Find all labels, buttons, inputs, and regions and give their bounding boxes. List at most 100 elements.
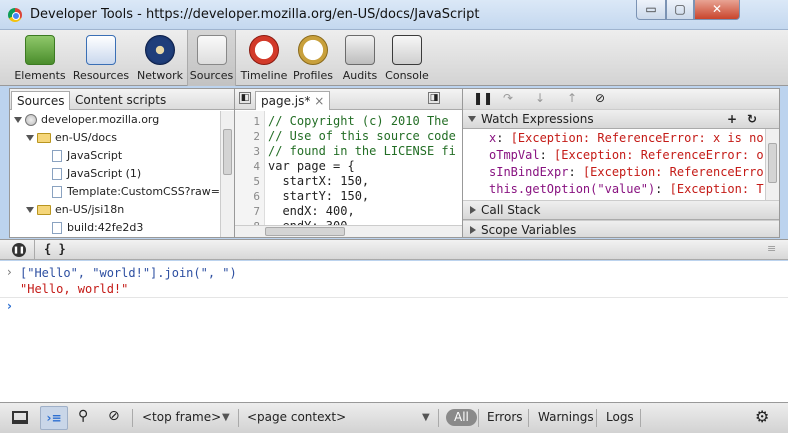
chrome-logo-icon [8, 8, 22, 22]
clear-console-icon[interactable]: ⊘ [108, 408, 120, 424]
console-output-line[interactable]: "Hello, world!" [20, 282, 128, 296]
step-out-icon[interactable]: ↑ [567, 91, 577, 105]
console-prompt-input[interactable] [20, 299, 778, 317]
line-gutter: 1 2 3 4 5 6 7 8 [235, 111, 265, 233]
code-line[interactable]: // Use of this source code [268, 129, 456, 143]
filter-all-button[interactable]: All [446, 409, 477, 426]
settings-gear-icon[interactable]: ⚙ [755, 407, 769, 426]
scrollbar-thumb[interactable] [223, 129, 232, 175]
close-button[interactable]: ✕ [694, 0, 740, 20]
step-over-icon[interactable]: ↷ [503, 91, 513, 105]
watch-expressions-title: Watch Expressions [481, 112, 594, 126]
console-input-line[interactable]: ["Hello", "world!"].join(", ") [20, 266, 237, 280]
navigator-scrollbar[interactable] [220, 111, 234, 237]
watch-expressions-header[interactable]: Watch Expressions + ↻ [463, 109, 779, 129]
input-chevron-icon: › [7, 265, 12, 279]
scope-variables-header[interactable]: Scope Variables [463, 220, 779, 237]
tab-network[interactable]: Network [134, 30, 186, 86]
tree-item-label: en-US/jsi18n [55, 203, 125, 216]
pause-on-exceptions-icon[interactable]: ❚❚ [12, 243, 26, 257]
watch-expression-row[interactable]: x: [Exception: ReferenceError: x is no [489, 131, 764, 145]
deactivate-breakpoints-icon[interactable]: ⊘ [595, 91, 605, 105]
toggle-navigator-icon[interactable]: ◧ [239, 92, 251, 104]
watch-expression-row[interactable]: this.getOption("value"): [Exception: T [489, 182, 764, 196]
filter-warnings-button[interactable]: Warnings [538, 410, 594, 424]
call-stack-header[interactable]: Call Stack [463, 200, 779, 220]
tab-sources[interactable]: Sources [187, 30, 236, 86]
tab-elements[interactable]: Elements [12, 30, 68, 86]
line-number[interactable]: 3 [253, 145, 260, 158]
tab-profiles[interactable]: Profiles [291, 30, 335, 86]
filter-errors-button[interactable]: Errors [487, 410, 523, 424]
divider [528, 409, 529, 427]
watch-expression-row[interactable]: oTmpVal: [Exception: ReferenceError: o [489, 148, 764, 162]
code-line[interactable]: // found in the LICENSE fi [268, 144, 456, 158]
code-line[interactable]: startY: 150, [268, 189, 369, 203]
dock-icon[interactable] [12, 411, 28, 424]
tree-item-file[interactable]: Template:CustomCSS?raw=1 [52, 183, 227, 201]
refresh-watch-icon[interactable]: ↻ [747, 110, 757, 129]
tree-item-file[interactable]: build:42fe2d3 [52, 219, 143, 237]
tab-content-scripts[interactable]: Content scripts [70, 91, 171, 110]
tree-item-file[interactable]: JavaScript (1) [52, 165, 141, 183]
tab-close-icon[interactable]: × [314, 94, 324, 108]
line-number[interactable]: 2 [253, 130, 260, 143]
pretty-print-button[interactable]: { } [44, 242, 66, 256]
filter-logs-button[interactable]: Logs [606, 410, 634, 424]
watch-value: [Exception: T [669, 182, 764, 196]
tree-item-domain[interactable]: developer.mozilla.org [14, 111, 159, 129]
tab-page-js[interactable]: page.js* × [255, 91, 331, 110]
line-number[interactable]: 6 [253, 190, 260, 203]
line-number[interactable]: 1 [253, 115, 260, 128]
code-line[interactable]: // Copyright (c) 2010 The [268, 114, 449, 128]
toggle-debugger-icon[interactable]: ◨ [428, 92, 440, 104]
title-bar: Developer Tools - https://developer.mozi… [0, 0, 788, 30]
maximize-icon: ▢ [674, 2, 686, 16]
frame-select-chevron-icon[interactable]: ▼ [222, 412, 230, 423]
drawer-resize-handle-icon[interactable]: ≡ [767, 242, 776, 255]
console-pane: › ["Hello", "world!"].join(", ") "Hello,… [0, 261, 788, 402]
watch-name: oTmpVal [489, 148, 540, 162]
tab-profiles-label: Profiles [293, 69, 333, 82]
pause-icon[interactable]: ❚❚ [473, 91, 493, 105]
code-line[interactable]: var page = { [268, 159, 355, 173]
add-watch-icon[interactable]: + [727, 110, 737, 129]
code-line[interactable]: startX: 150, [268, 174, 369, 188]
watch-scrollbar[interactable] [765, 129, 779, 201]
scrollbar-thumb[interactable] [768, 143, 777, 183]
watch-expression-row[interactable]: sInBindExpr: [Exception: ReferenceErro [489, 165, 764, 179]
tab-console[interactable]: Console [384, 30, 430, 86]
tab-resources[interactable]: Resources [70, 30, 132, 86]
context-select[interactable]: <page context> [247, 410, 346, 424]
line-number[interactable]: 5 [253, 175, 260, 188]
search-icon[interactable]: ⚲ [78, 408, 88, 424]
tab-audits-label: Audits [342, 69, 378, 82]
editor-tabs: ◧ page.js* × ◨ [235, 89, 462, 110]
folder-icon [37, 205, 51, 215]
code-line[interactable]: endX: 400, [268, 204, 354, 218]
tree-item-folder-docs[interactable]: en-US/docs [26, 129, 117, 147]
document-file-icon [52, 186, 62, 198]
show-console-icon[interactable]: ›≡ [40, 406, 68, 430]
tree-item-file[interactable]: JavaScript [52, 147, 122, 165]
tab-navigator-sources[interactable]: Sources [11, 91, 71, 110]
resources-icon [86, 35, 116, 65]
tree-item-label: Template:CustomCSS?raw=1 [67, 185, 227, 198]
tree-item-folder-jsi18n[interactable]: en-US/jsi18n [26, 201, 124, 219]
context-select-chevron-icon[interactable]: ▼ [422, 412, 430, 423]
console-drawer-toolbar: ❚❚ { } ≡ [0, 239, 788, 260]
frame-select[interactable]: <top frame> [142, 410, 221, 424]
minimize-button[interactable]: ▭ [636, 0, 666, 20]
watch-value: [Exception: ReferenceErro [582, 165, 764, 179]
tab-timeline[interactable]: Timeline [240, 30, 288, 86]
step-into-icon[interactable]: ↓ [535, 91, 545, 105]
editor-hscrollbar[interactable] [235, 225, 462, 237]
line-number[interactable]: 4 [253, 160, 260, 173]
line-number[interactable]: 7 [253, 205, 260, 218]
maximize-button[interactable]: ▢ [666, 0, 694, 20]
tab-audits[interactable]: Audits [339, 30, 381, 86]
tree-item-label: JavaScript [67, 149, 123, 162]
elements-icon [25, 35, 55, 65]
tree-item-label: en-US/docs [55, 131, 117, 144]
scrollbar-thumb[interactable] [265, 227, 345, 236]
